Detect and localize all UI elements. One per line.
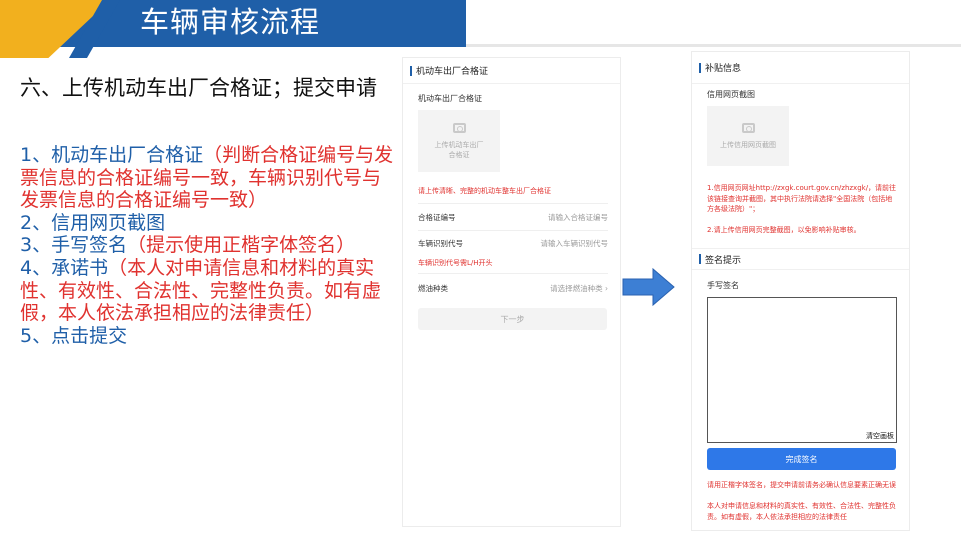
- vin-label: 车辆识别代号: [418, 239, 463, 248]
- credit-upload-box[interactable]: 上传信用网页截图: [707, 106, 789, 166]
- item-5-label: 5、点击提交: [20, 324, 128, 347]
- signature-note: 请用正楷字体签名，提交申请前请务必确认信息要素正确无误: [707, 481, 896, 489]
- step-description: 1、机动车出厂合格证（判断合格证编号与发票信息的合格证编号一致，车辆识别代号与发…: [20, 144, 398, 347]
- fuel-type-select[interactable]: 请选择燃油种类 ›: [550, 283, 608, 299]
- fuel-type-row[interactable]: 燃油种类 请选择燃油种类 ›: [418, 283, 608, 299]
- commitment-note: 本人对申请信息和材料的真实性、有效性、合法性、完整性负责。如有虚假，本人依法承担…: [707, 502, 896, 521]
- section-title: 机动车出厂合格证: [416, 67, 489, 77]
- credit-note-2: 2.请上传信用网页完整截图，以免影响补贴审核。: [707, 226, 861, 234]
- clear-canvas-button[interactable]: 清空画板: [866, 431, 894, 441]
- upload-credit-text: 上传信用网页截图: [720, 140, 776, 149]
- item-1-label: 1、机动车出厂合格证: [20, 144, 204, 166]
- certificate-upload-box[interactable]: 上传机动车出厂合格证: [418, 110, 500, 172]
- phone-screen-subsidy: 补贴信息 信用网页截图 上传信用网页截图 1.信用网页网址http://zxgk…: [691, 51, 910, 531]
- section-marker: [410, 65, 412, 76]
- cert-number-label: 合格证编号: [418, 213, 456, 222]
- credit-screenshot-label: 信用网页截图: [707, 90, 755, 99]
- arrow-right-icon: [622, 267, 675, 307]
- section-header-signature: 签名提示: [692, 248, 909, 270]
- certificate-field-label: 机动车出厂合格证: [418, 94, 482, 103]
- vin-input[interactable]: 请输入车辆识别代号: [541, 238, 609, 254]
- vin-row[interactable]: 车辆识别代号 请输入车辆识别代号: [418, 238, 608, 254]
- section-marker: [699, 254, 701, 264]
- item-2-label: 2、信用网页截图: [20, 211, 166, 234]
- certificate-hint: 请上传清晰、完整的机动车整车出厂合格证: [418, 187, 551, 195]
- upload-certificate-text: 上传机动车出厂合格证: [434, 140, 484, 159]
- credit-note-1: 1.信用网页网址http://zxgk.court.gov.cn/zhzxgk/…: [707, 184, 897, 213]
- divider: [418, 273, 608, 274]
- item-3-label: 3、手写签名: [20, 234, 128, 257]
- camera-icon: [741, 122, 755, 133]
- item-3-note: （提示使用正楷字体签名）: [127, 234, 356, 257]
- slide-title: 车辆审核流程: [140, 5, 321, 39]
- section-title: 签名提示: [705, 255, 742, 266]
- section-header-certificate: 机动车出厂合格证: [403, 58, 620, 84]
- vin-hint: 车辆识别代号需L/H开头: [418, 259, 493, 267]
- section-header-subsidy: 补贴信息: [692, 52, 909, 84]
- signature-label: 手写签名: [707, 281, 739, 290]
- section-title: 补贴信息: [705, 64, 742, 74]
- phone-screen-certificate: 机动车出厂合格证 机动车出厂合格证 上传机动车出厂合格证 请上传清晰、完整的机动…: [402, 57, 621, 527]
- camera-icon: [452, 122, 466, 133]
- next-step-button[interactable]: 下一步: [418, 308, 607, 330]
- slide: 车辆审核流程 六、上传机动车出厂合格证；提交申请 1、机动车出厂合格证（判断合格…: [0, 0, 961, 541]
- divider: [418, 230, 608, 231]
- item-4-label: 4、承诺书: [20, 256, 109, 279]
- section-marker: [699, 62, 701, 73]
- cert-number-input[interactable]: 请输入合格证编号: [548, 212, 608, 228]
- step-title: 六、上传机动车出厂合格证；提交申请: [20, 76, 377, 100]
- signature-canvas[interactable]: 清空画板: [707, 297, 897, 443]
- fuel-type-label: 燃油种类: [418, 284, 448, 293]
- cert-number-row[interactable]: 合格证编号 请输入合格证编号: [418, 212, 608, 228]
- divider: [418, 203, 608, 204]
- finish-signature-button[interactable]: 完成签名: [707, 448, 896, 470]
